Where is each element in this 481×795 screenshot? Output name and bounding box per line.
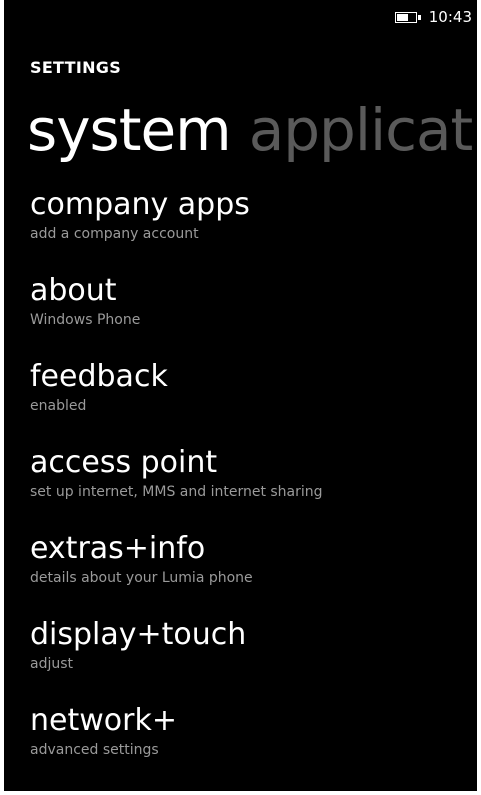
settings-item-subtitle: Windows Phone xyxy=(30,312,141,328)
settings-item-access-point[interactable]: access point set up internet, MMS and in… xyxy=(30,443,470,529)
settings-item-title: about xyxy=(30,273,117,308)
settings-item-subtitle: set up internet, MMS and internet sharin… xyxy=(30,484,323,500)
settings-item-subtitle: enabled xyxy=(30,398,87,414)
settings-item-display-touch[interactable]: display+touch adjust xyxy=(30,615,470,701)
settings-list: company apps add a company account about… xyxy=(30,185,470,787)
settings-item-subtitle: advanced settings xyxy=(30,742,159,758)
settings-item-title: extras+info xyxy=(30,531,206,566)
settings-item-about[interactable]: about Windows Phone xyxy=(30,271,470,357)
settings-item-title: network+ xyxy=(30,703,177,738)
status-bar: 10:43 xyxy=(394,0,477,34)
pivot-tab-applications[interactable]: applicat xyxy=(249,96,474,164)
settings-item-extras-info[interactable]: extras+info details about your Lumia pho… xyxy=(30,529,470,615)
phone-screen: 10:43 SETTINGS system applicat company ap… xyxy=(4,0,477,791)
settings-item-title: access point xyxy=(30,445,218,480)
settings-item-subtitle: adjust xyxy=(30,656,74,672)
settings-item-title: display+touch xyxy=(30,617,247,652)
pivot-tab-system[interactable]: system xyxy=(27,96,232,164)
app-title: SETTINGS xyxy=(30,58,122,77)
settings-item-feedback[interactable]: feedback enabled xyxy=(30,357,470,443)
clock: 10:43 xyxy=(428,8,472,26)
settings-item-subtitle: add a company account xyxy=(30,226,199,242)
battery-icon xyxy=(394,11,421,23)
settings-item-subtitle: details about your Lumia phone xyxy=(30,570,253,586)
pivot-header: system applicat xyxy=(27,96,474,164)
settings-item-network[interactable]: network+ advanced settings xyxy=(30,701,470,787)
settings-item-title: feedback xyxy=(30,359,168,394)
settings-item-company-apps[interactable]: company apps add a company account xyxy=(30,185,470,271)
settings-item-title: company apps xyxy=(30,187,250,222)
